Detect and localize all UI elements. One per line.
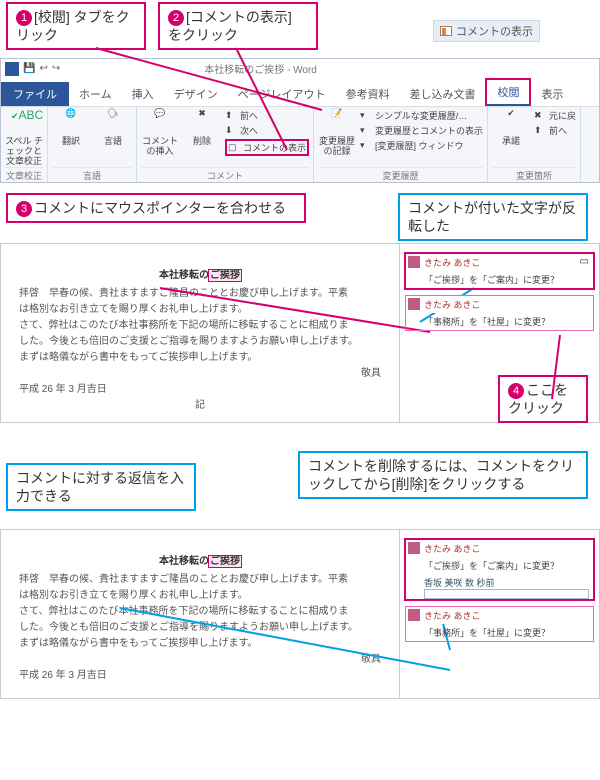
- word-icon: [5, 62, 19, 76]
- qat-undo-icon[interactable]: ↩: [39, 63, 47, 74]
- callout-3: 3コメントにマウスポインターを合わせる: [6, 193, 306, 223]
- callout-1: 1[校閲] タブをクリック: [6, 2, 146, 50]
- group-comments: 💬コメントの挿入 ✖削除 ⬆前へ ⬇次へ ▢コメントの表示 コメント: [137, 107, 314, 182]
- ribbon: ✔ABC スペル チェックと文章校正 文章校正 🌐翻訳 🗣言語 言語 💬コメント…: [1, 106, 599, 182]
- tab-layout[interactable]: ページレイアウト: [228, 82, 336, 106]
- qat-redo-icon[interactable]: ↪: [52, 63, 60, 74]
- comment-icon: [440, 26, 452, 36]
- display-mode-dropdown[interactable]: ▾シンプルな変更履歴/…: [360, 109, 483, 122]
- word-window: 💾 ↩ ↪ 本社移転のご挨拶 - Word ファイル ホーム 挿入 デザイン ペ…: [0, 58, 600, 183]
- tab-mailings[interactable]: 差し込み文書: [399, 82, 485, 106]
- callout-4: 4ここをクリック: [498, 375, 588, 423]
- comment-author: きたみ あきこ: [406, 607, 593, 624]
- reply-icon[interactable]: ▭: [580, 256, 589, 267]
- tab-design[interactable]: デザイン: [164, 82, 228, 106]
- group-changes: ✔承諾 ✖元に戻 ⬆前へ 変更箇所: [488, 107, 581, 182]
- show-markup-button[interactable]: ▾変更履歴とコメントの表示: [360, 124, 483, 137]
- spell-check-button[interactable]: ✔ABC スペル チェックと文章校正: [5, 109, 43, 167]
- info-reply: コメントに対する返信を入力できる: [6, 463, 196, 511]
- commented-text[interactable]: ご挨拶: [209, 270, 241, 281]
- comment-icon: ▢: [228, 142, 240, 154]
- document-page: 本社移転のご挨拶 拝啓 早春の候、貴社ますますご隆昌のこととお慶び申し上げます。…: [1, 530, 399, 698]
- tab-insert[interactable]: 挿入: [122, 82, 164, 106]
- prev-change-button[interactable]: ⬆前へ: [534, 124, 576, 137]
- comment-1[interactable]: きたみ あきこ 「ご挨拶」を「ご案内」に変更？ 香坂 美咲 数 秒前: [406, 540, 593, 599]
- reject-button[interactable]: ✖元に戻: [534, 109, 576, 122]
- commented-text[interactable]: ご挨拶: [209, 556, 241, 567]
- comment-author: きたみ あきこ: [406, 540, 593, 557]
- callout-2: 2[コメントの表示] をクリック: [158, 2, 318, 50]
- comment-1[interactable]: きたみ あきこ 「ご挨拶」を「ご案内」に変更？ ▭: [406, 254, 593, 288]
- show-comments-sample-button: コメントの表示: [433, 20, 540, 42]
- comment-2[interactable]: きたみ あきこ 「事務所」を「社屋」に変更？: [406, 607, 593, 641]
- comment-author: きたみ あきこ: [406, 254, 593, 271]
- info-highlight: コメントが付いた文字が反転した: [398, 193, 588, 241]
- accept-button[interactable]: ✔承諾: [492, 109, 530, 147]
- badge-4: 4: [508, 383, 524, 399]
- window-title: 本社移転のご挨拶 - Word: [204, 61, 317, 76]
- tab-review[interactable]: 校閲: [485, 78, 531, 106]
- show-comments-button[interactable]: ▢コメントの表示: [225, 139, 309, 156]
- group-proofing: ✔ABC スペル チェックと文章校正 文章校正: [1, 107, 48, 182]
- tab-home[interactable]: ホーム: [69, 82, 122, 106]
- doc-title: 本社移転のご挨拶: [19, 552, 381, 567]
- comments-pane: きたみ あきこ 「ご挨拶」を「ご案内」に変更？ 香坂 美咲 数 秒前 きたみ あ…: [399, 530, 599, 698]
- new-comment-button[interactable]: 💬コメントの挿入: [141, 109, 179, 157]
- document-page: 本社移転のご挨拶 拝啓 早春の候、貴社ますますご隆昌のこととお慶び申し上げます。…: [1, 244, 399, 422]
- quick-access-toolbar: 💾 ↩ ↪ 本社移転のご挨拶 - Word: [1, 59, 599, 78]
- badge-3: 3: [16, 201, 32, 217]
- group-tracking: 📝変更履歴の記録 ▾シンプルな変更履歴/… ▾変更履歴とコメントの表示 ▾[変更…: [314, 107, 488, 182]
- info-delete: コメントを削除するには、コメントをクリックしてから[削除]をクリックする: [298, 451, 588, 499]
- track-changes-button[interactable]: 📝変更履歴の記録: [318, 109, 356, 157]
- reviewing-pane-button[interactable]: ▾[変更履歴] ウィンドウ: [360, 139, 483, 152]
- doc-title: 本社移転のご挨拶: [19, 266, 381, 281]
- reply-input[interactable]: [424, 589, 589, 599]
- reply-author: 香坂 美咲 数 秒前: [424, 576, 589, 589]
- delete-comment-button[interactable]: ✖削除: [183, 109, 221, 147]
- comment-author: きたみ あきこ: [406, 296, 593, 313]
- next-comment-button[interactable]: ⬇次へ: [225, 124, 309, 137]
- prev-comment-button[interactable]: ⬆前へ: [225, 109, 309, 122]
- tab-references[interactable]: 参考資料: [335, 82, 399, 106]
- tab-view[interactable]: 表示: [531, 82, 573, 106]
- group-language: 🌐翻訳 🗣言語 言語: [48, 107, 137, 182]
- document-view-2: 本社移転のご挨拶 拝啓 早春の候、貴社ますますご隆昌のこととお慶び申し上げます。…: [0, 529, 600, 699]
- badge-2: 2: [168, 10, 184, 26]
- qat-save-icon[interactable]: 💾: [23, 63, 35, 74]
- ribbon-tabs: ファイル ホーム 挿入 デザイン ページレイアウト 参考資料 差し込み文書 校閲…: [1, 78, 599, 106]
- language-button[interactable]: 🗣言語: [94, 109, 132, 147]
- translate-button[interactable]: 🌐翻訳: [52, 109, 90, 147]
- tab-file[interactable]: ファイル: [1, 82, 69, 106]
- badge-1: 1: [16, 10, 32, 26]
- comment-2[interactable]: きたみ あきこ 「事務所」を「社屋」に変更？: [406, 296, 593, 330]
